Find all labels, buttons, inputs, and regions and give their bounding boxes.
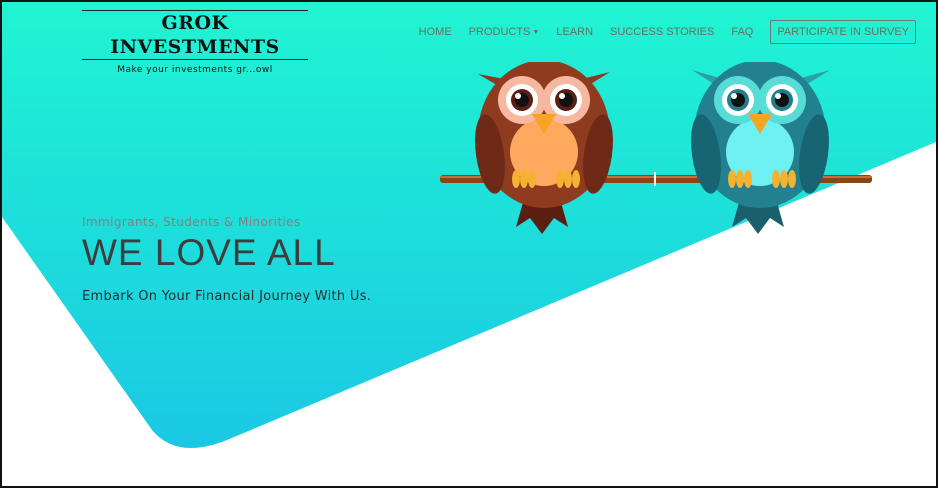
nav-products[interactable]: PRODUCTS ▼ — [469, 26, 540, 38]
nav-home[interactable]: HOME — [419, 26, 452, 38]
owls-illustration — [440, 62, 872, 234]
brand-tagline: Make your investments gr...owl — [117, 65, 273, 75]
nav-learn[interactable]: LEARN — [556, 26, 593, 38]
page-frame: GROK INVESTMENTS Make your investments g… — [0, 0, 938, 488]
hero-subline: Embark On Your Financial Journey With Us… — [82, 289, 372, 304]
nav-success-stories[interactable]: SUCCESS STORIES — [610, 26, 714, 38]
nav-faq[interactable]: FAQ — [731, 26, 753, 38]
nav-products-label: PRODUCTS — [468, 26, 531, 38]
teal-owl-icon — [691, 62, 830, 234]
brand-logo[interactable]: GROK INVESTMENTS Make your investments g… — [82, 10, 308, 75]
brown-owl-icon — [475, 62, 613, 234]
caret-down-icon: ▼ — [532, 28, 540, 36]
hero-headline: WE LOVE ALL — [82, 232, 336, 273]
main-nav: HOME PRODUCTS ▼ LEARN SUCCESS STORIES FAQ… — [402, 20, 916, 44]
participate-survey-button[interactable]: PARTICIPATE IN SURVEY — [770, 20, 916, 44]
hero-eyebrow: Immigrants, Students & Minorities — [82, 215, 301, 229]
brand-title: GROK INVESTMENTS — [82, 10, 308, 60]
